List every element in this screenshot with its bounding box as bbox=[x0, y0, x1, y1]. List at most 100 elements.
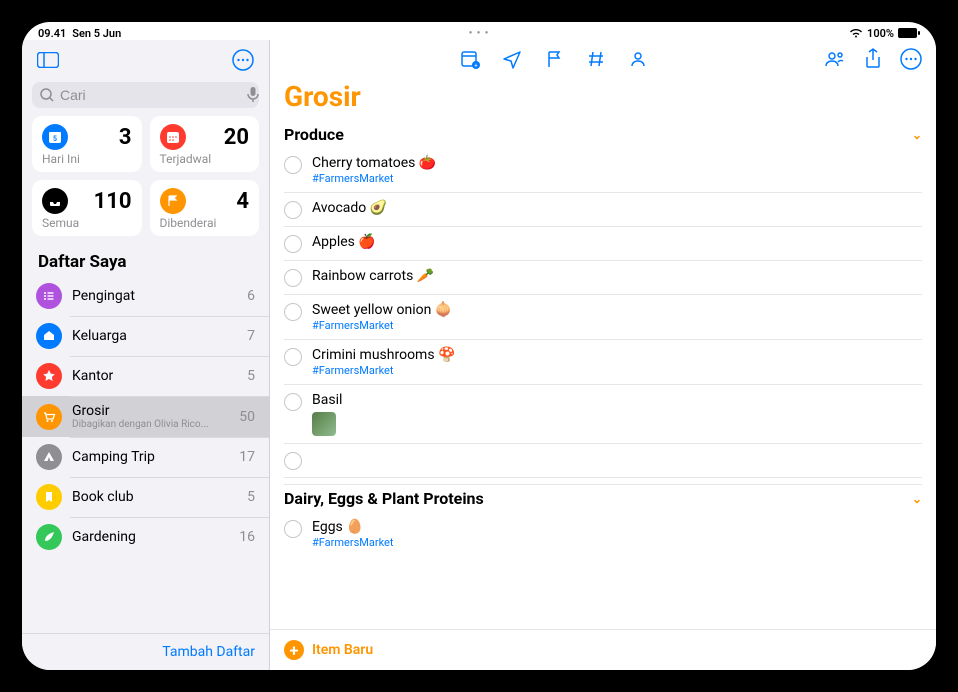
reminder-row[interactable]: Avocado 🥑 bbox=[284, 193, 922, 227]
smart-flagged[interactable]: 4 Dibenderai bbox=[150, 180, 260, 236]
reminder-tag[interactable]: #FarmersMarket bbox=[312, 536, 922, 549]
sidebar-list-keluarga[interactable]: Keluarga 7 bbox=[22, 316, 269, 356]
reminder-row[interactable]: Crimini mushrooms 🍄 #FarmersMarket bbox=[284, 340, 922, 385]
reminder-checkbox[interactable] bbox=[284, 348, 302, 366]
svg-text:+: + bbox=[474, 63, 478, 70]
sidebar-list-pengingat[interactable]: Pengingat 6 bbox=[22, 276, 269, 316]
list-name: Book club bbox=[72, 489, 237, 505]
wifi-icon bbox=[849, 28, 863, 38]
toolbar: + bbox=[270, 40, 936, 74]
reminder-checkbox[interactable] bbox=[284, 393, 302, 411]
reminder-title: Avocado 🥑 bbox=[312, 200, 922, 216]
location-button[interactable] bbox=[501, 48, 523, 70]
smart-label: Semua bbox=[42, 216, 132, 230]
sidebar-list-gardening[interactable]: Gardening 16 bbox=[22, 517, 269, 557]
reminder-title: Cherry tomatoes 🍅 bbox=[312, 155, 922, 171]
reminder-row[interactable]: Sweet yellow onion 🧅 #FarmersMarket bbox=[284, 295, 922, 340]
mic-icon[interactable] bbox=[247, 87, 259, 103]
smart-count: 4 bbox=[236, 189, 249, 214]
section-header-produce[interactable]: Produce ⌄ bbox=[280, 121, 936, 148]
section-header-dairy[interactable]: Dairy, Eggs & Plant Proteins ⌄ bbox=[280, 485, 936, 512]
smart-label: Dibenderai bbox=[160, 216, 250, 230]
share-button[interactable] bbox=[862, 48, 884, 70]
reminder-checkbox[interactable] bbox=[284, 452, 302, 470]
more-button[interactable] bbox=[229, 46, 257, 74]
screen: 09.41 Sen 5 Jun • • • 100% bbox=[22, 22, 936, 670]
reminder-row[interactable]: Apples 🍎 bbox=[284, 227, 922, 261]
reminder-checkbox[interactable] bbox=[284, 303, 302, 321]
reminder-image-thumbnail[interactable] bbox=[312, 412, 336, 436]
list-name: Gardening bbox=[72, 529, 229, 545]
sidebar-list-kantor[interactable]: Kantor 5 bbox=[22, 356, 269, 396]
mylists-header: Daftar Saya bbox=[22, 244, 269, 276]
content-body: Grosir Produce ⌄ Cherry tomatoes 🍅 #Farm… bbox=[270, 74, 936, 629]
search-box[interactable] bbox=[32, 82, 259, 108]
smart-count: 20 bbox=[224, 125, 249, 150]
reminder-tag[interactable]: #FarmersMarket bbox=[312, 319, 922, 332]
status-date: Sen 5 Jun bbox=[72, 27, 121, 40]
calendar-dots-icon bbox=[160, 124, 186, 150]
battery-text: 100% bbox=[867, 27, 894, 40]
reminder-row[interactable]: Rainbow carrots 🥕 bbox=[284, 261, 922, 295]
list-name: Keluarga bbox=[72, 328, 237, 344]
new-item-label: Item Baru bbox=[312, 642, 373, 658]
list-count: 5 bbox=[247, 489, 255, 505]
share-people-button[interactable] bbox=[824, 48, 846, 70]
reminder-title: Eggs 🥚 bbox=[312, 519, 922, 535]
more-options-button[interactable] bbox=[900, 48, 922, 70]
smart-all[interactable]: 110 Semua bbox=[32, 180, 142, 236]
list-count: 50 bbox=[239, 409, 255, 425]
reminder-checkbox[interactable] bbox=[284, 235, 302, 253]
search-icon bbox=[40, 88, 54, 102]
section-name: Produce bbox=[284, 125, 344, 144]
flag-button[interactable] bbox=[543, 48, 565, 70]
reminder-row-empty[interactable] bbox=[284, 444, 922, 478]
sidebar-toggle-button[interactable] bbox=[34, 46, 62, 74]
tent-icon bbox=[36, 444, 62, 470]
sidebar-list-camping[interactable]: Camping Trip 17 bbox=[22, 437, 269, 477]
reminder-checkbox[interactable] bbox=[284, 201, 302, 219]
reminder-row[interactable]: Basil bbox=[284, 385, 922, 444]
add-list-button[interactable]: Tambah Daftar bbox=[22, 633, 269, 670]
star-icon bbox=[36, 363, 62, 389]
person-button[interactable] bbox=[627, 48, 649, 70]
search-input[interactable] bbox=[60, 87, 241, 103]
section-name: Dairy, Eggs & Plant Proteins bbox=[284, 489, 484, 508]
reminder-tag[interactable]: #FarmersMarket bbox=[312, 172, 922, 185]
list-count: 16 bbox=[239, 529, 255, 545]
bookmark-icon bbox=[36, 484, 62, 510]
list-count: 17 bbox=[239, 449, 255, 465]
list-count: 5 bbox=[247, 368, 255, 384]
reminder-checkbox[interactable] bbox=[284, 520, 302, 538]
reminder-title: Crimini mushrooms 🍄 bbox=[312, 347, 922, 363]
smart-today[interactable]: 5 3 Hari Ini bbox=[32, 116, 142, 172]
tag-button[interactable] bbox=[585, 48, 607, 70]
reminder-row[interactable]: Cherry tomatoes 🍅 #FarmersMarket bbox=[284, 148, 922, 193]
smart-count: 3 bbox=[119, 125, 132, 150]
multitask-indicator[interactable]: • • • bbox=[469, 28, 490, 39]
leaf-icon bbox=[36, 524, 62, 550]
reminder-title: Basil bbox=[312, 392, 922, 408]
sidebar-list-bookclub[interactable]: Book club 5 bbox=[22, 477, 269, 517]
reminder-checkbox[interactable] bbox=[284, 156, 302, 174]
list-name: Pengingat bbox=[72, 288, 237, 304]
content-area: + bbox=[270, 40, 936, 670]
status-bar: 09.41 Sen 5 Jun • • • 100% bbox=[22, 22, 936, 40]
new-item-button[interactable]: + Item Baru bbox=[270, 629, 936, 670]
list-items: Pengingat 6 Keluarga 7 Kan bbox=[22, 276, 269, 633]
calendar-badge-button[interactable]: + bbox=[459, 48, 481, 70]
battery-icon bbox=[898, 28, 920, 38]
list-name: Kantor bbox=[72, 368, 237, 384]
sidebar-list-grosir[interactable]: Grosir Dibagikan dengan Olivia Rico... 5… bbox=[22, 396, 269, 437]
list-name: Camping Trip bbox=[72, 449, 229, 465]
list-count: 6 bbox=[247, 288, 255, 304]
reminder-title: Apples 🍎 bbox=[312, 234, 922, 250]
list-name: Grosir bbox=[72, 403, 229, 419]
status-time: 09.41 bbox=[38, 27, 66, 40]
list-icon bbox=[36, 283, 62, 309]
smart-scheduled[interactable]: 20 Terjadwal bbox=[150, 116, 260, 172]
reminder-row[interactable]: Eggs 🥚 #FarmersMarket bbox=[284, 512, 922, 556]
svg-text:5: 5 bbox=[53, 135, 57, 143]
reminder-checkbox[interactable] bbox=[284, 269, 302, 287]
reminder-tag[interactable]: #FarmersMarket bbox=[312, 364, 922, 377]
